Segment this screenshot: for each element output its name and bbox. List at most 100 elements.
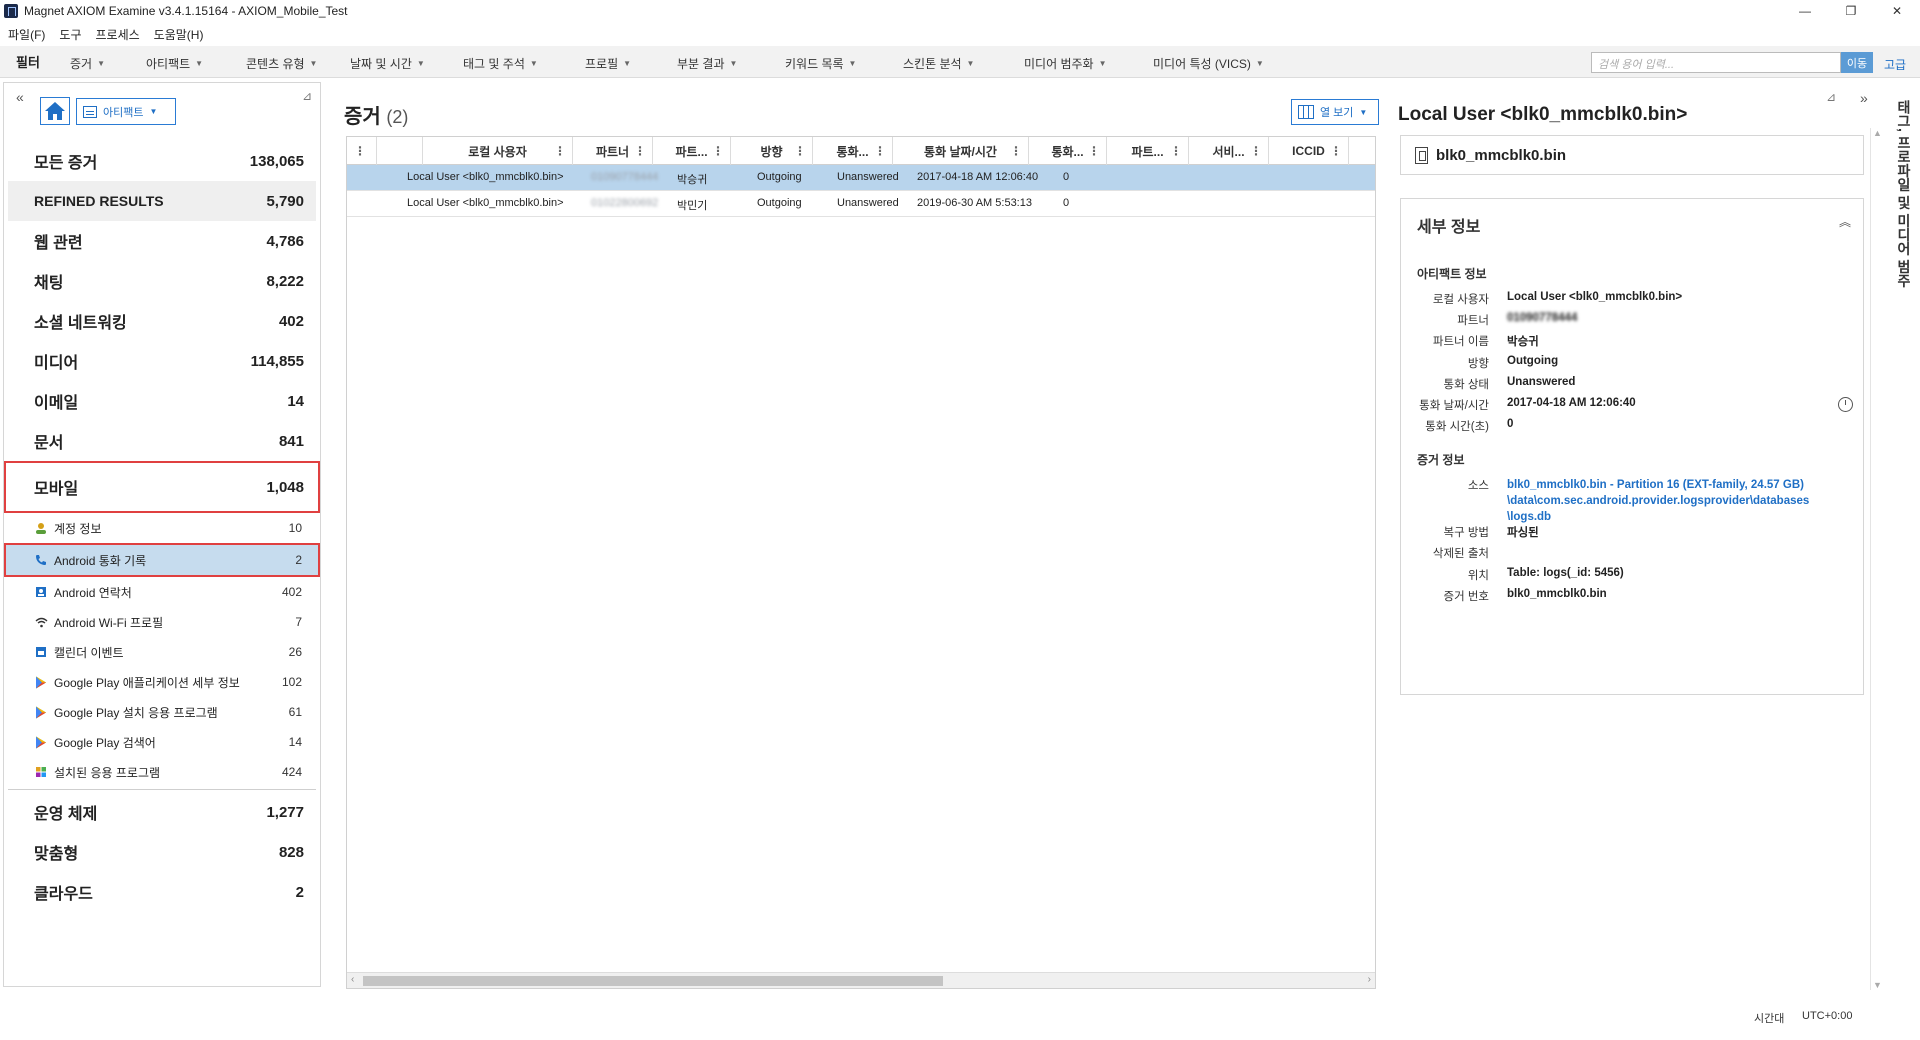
calendar-icon [34,645,48,659]
cell-direction: Outgoing [757,197,802,209]
category-all-evidence[interactable]: 모든 증거 138,065 [8,141,316,181]
evidence-title: 증거 (2) [344,100,408,129]
sub-item-installed-apps[interactable]: 설치된 응용 프로그램 424 [8,757,316,787]
chevron-down-icon: ▼ [729,59,738,68]
filter-media-categorization[interactable]: 미디어 범주화 ▼ [1024,55,1107,72]
evidence-grid: ⋮ 로컬 사용자 ⋮ 파트너 ⋮ 파트... ⋮ 방향 ⋮ 통화... ⋮ 통화 날짜/시… [346,136,1376,989]
chevron-down-icon: ▼ [1359,107,1368,117]
col-call-status[interactable]: 통화... ⋮ [813,137,893,165]
category-social-networking[interactable]: 소셜 네트워킹 402 [8,301,316,341]
artifact-view-select[interactable]: 아티팩트 ▼ [76,98,176,125]
file-icon [1415,146,1428,164]
column-view-label: 열 보기 [1320,107,1354,119]
col-service[interactable]: 서비... ⋮ [1189,137,1269,165]
horizontal-scrollbar[interactable]: ‹ › [347,972,1375,988]
sub-item-google-play-app-details[interactable]: Google Play 애플리케이션 세부 정보 102 [8,667,316,697]
pin-icon[interactable]: ⊿ [302,89,312,103]
minimize-button[interactable]: — [1782,0,1828,22]
category-web[interactable]: 웹 관련 4,786 [8,221,316,261]
cell-local-user: Local User <blk0_mmcblk0.bin> [407,171,564,183]
wifi-icon [34,615,48,629]
menu-help[interactable]: 도움말(H) [154,26,204,43]
collapse-up-icon[interactable]: ︽ [1839,213,1851,230]
category-cloud[interactable]: 클라우드 2 [8,872,316,912]
column-options-handle[interactable]: ⋮ [347,137,377,165]
table-row[interactable]: Local User <blk0_mmcblk0.bin> 0109077844… [347,165,1375,191]
search-go-button[interactable]: 이동 [1841,52,1873,73]
evidence-info-heading: 증거 정보 [1417,453,1465,467]
category-media[interactable]: 미디어 114,855 [8,341,316,381]
sub-item-android-wifi[interactable]: Android Wi-Fi 프로필 7 [8,607,316,637]
category-operating-system[interactable]: 운영 체제 1,277 [8,792,316,832]
sub-item-calendar-events[interactable]: 캘린더 이벤트 26 [8,637,316,667]
clock-icon[interactable] [1838,397,1853,412]
filter-artifacts[interactable]: 아티팩트 ▼ [146,55,203,72]
menu-process[interactable]: 프로세스 [96,26,140,43]
advanced-search-link[interactable]: 고급 [1884,56,1906,73]
file-header: blk0_mmcblk0.bin [1400,135,1864,175]
category-email[interactable]: 이메일 14 [8,381,316,421]
cell-partner-name: 박민기 [677,200,708,212]
col-call-datetime[interactable]: 통화 날짜/시간 ⋮ [893,137,1029,165]
filter-partial-results[interactable]: 부분 결과 ▼ [677,55,737,72]
chevron-down-icon: ▼ [623,59,632,68]
chevron-down-icon: ▼ [97,59,106,68]
sub-item-android-contacts[interactable]: Android 연락처 402 [8,577,316,607]
table-row[interactable]: Local User <blk0_mmcblk0.bin> 0102280069… [347,191,1375,217]
status-bar: 시간대 UTC+0:00 [0,1002,1920,1032]
filter-evidence[interactable]: 증거 ▼ [70,55,105,72]
search-input[interactable]: 검색 용어 입력... [1591,52,1841,73]
col-direction[interactable]: 방향 ⋮ [731,137,813,165]
col-call-duration[interactable]: 통화... ⋮ [1029,137,1107,165]
menu-file[interactable]: 파일(F) [8,26,45,43]
apps-icon [34,765,48,779]
menu-tools[interactable]: 도구 [59,26,81,43]
scroll-down-icon[interactable]: ▼ [1873,980,1882,990]
chevron-down-icon: ▼ [149,107,158,116]
details-scrollbar[interactable]: ▲ ▼ [1870,128,1884,990]
chevron-down-icon: ▼ [848,59,857,68]
sub-item-android-call-log[interactable]: Android 통화 기록 2 [4,543,320,577]
col-local-user[interactable]: 로컬 사용자 ⋮ [423,137,573,165]
pin-icon[interactable]: ⊿ [1826,90,1836,104]
col-partner-name[interactable]: 파트... ⋮ [653,137,731,165]
scroll-right-icon[interactable]: › [1368,974,1371,985]
side-tab-tags-profiles[interactable]: 태그, 프로파일 및 미디어 범주 [1892,100,1914,330]
category-refined-results[interactable]: REFINED RESULTS 5,790 [8,181,316,221]
timezone-value[interactable]: UTC+0:00 [1802,1010,1852,1022]
scrollbar-thumb[interactable] [363,976,943,986]
scroll-left-icon[interactable]: ‹ [351,974,354,985]
filter-profiles[interactable]: 프로필 ▼ [585,55,631,72]
sub-item-account-info[interactable]: 계정 정보 10 [8,513,316,543]
source-link[interactable]: blk0_mmcblk0.bin - Partition 16 (EXT-fam… [1507,477,1847,525]
filter-date-time[interactable]: 날짜 및 시간 ▼ [350,55,425,72]
filter-skin-tone[interactable]: 스킨톤 분석 ▼ [903,55,974,72]
category-documents[interactable]: 문서 841 [8,421,316,461]
expand-right-icon[interactable]: » [1860,90,1868,106]
sub-item-google-play-installed[interactable]: Google Play 설치 응용 프로그램 61 [8,697,316,727]
col-partner[interactable]: 파트너 ⋮ [573,137,653,165]
sub-item-google-play-searches[interactable]: Google Play 검색어 14 [8,727,316,757]
filter-vics[interactable]: 미디어 특성 (VICS) ▼ [1153,55,1264,72]
cell-datetime: 2019-06-30 AM 5:53:13 [917,197,1032,209]
col-iccid[interactable]: ICCID ⋮ [1269,137,1349,165]
column-view-button[interactable]: 열 보기 ▼ [1291,99,1379,125]
maximize-button[interactable]: ❐ [1828,0,1874,22]
col-partner-2[interactable]: 파트... ⋮ [1107,137,1189,165]
home-button[interactable] [40,97,70,125]
chevron-down-icon: ▼ [966,59,975,68]
collapse-left-icon[interactable]: « [16,89,24,105]
column-blank [377,137,423,165]
category-custom[interactable]: 맞춤형 828 [8,832,316,872]
filter-content-type[interactable]: 콘텐츠 유형 ▼ [246,55,317,72]
cell-duration: 0 [1063,197,1070,209]
window-title: Magnet AXIOM Examine v3.4.1.15164 - AXIO… [24,4,348,18]
scroll-up-icon[interactable]: ▲ [1873,128,1882,138]
filter-tags[interactable]: 태그 및 주석 ▼ [463,55,538,72]
filter-bar: 필터 증거 ▼ 아티팩트 ▼ 콘텐츠 유형 ▼ 날짜 및 시간 ▼ 태그 및 주석 ▼ 프… [0,46,1920,78]
filter-keyword-lists[interactable]: 키워드 목록 ▼ [785,55,856,72]
close-button[interactable]: ✕ [1874,0,1920,22]
category-chat[interactable]: 채팅 8,222 [8,261,316,301]
navigation-panel: « ⊿ 아티팩트 ▼ 모든 증거 138,065 REFINED RESULTS 5… [3,82,321,987]
category-mobile[interactable]: 모바일 1,048 [4,461,320,513]
